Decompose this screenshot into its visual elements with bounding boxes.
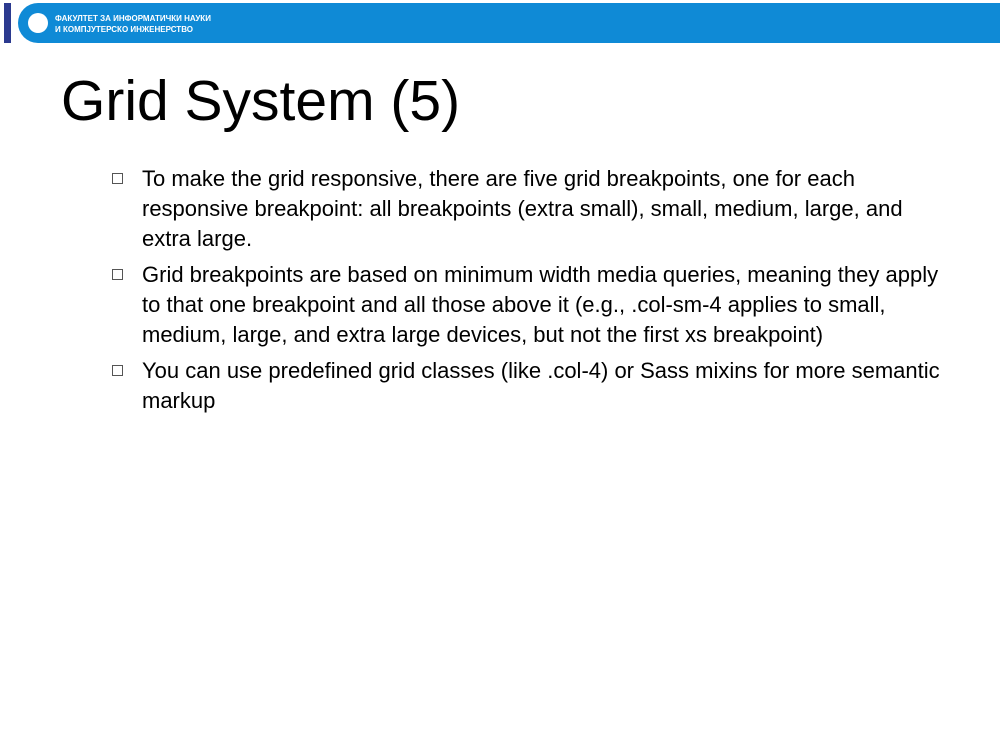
faculty-name-line-1: ФАКУЛТЕТ ЗА ИНФОРМАТИЧКИ НАУКИ	[55, 14, 211, 23]
faculty-name: ФАКУЛТЕТ ЗА ИНФОРМАТИЧКИ НАУКИ И КОМПЈУТ…	[55, 13, 211, 35]
bullet-item: Grid breakpoints are based on minimum wi…	[112, 260, 942, 350]
bullet-list: To make the grid responsive, there are f…	[112, 164, 942, 422]
logo-circle-icon	[28, 13, 48, 33]
header-bar: ФАКУЛТЕТ ЗА ИНФОРМАТИЧКИ НАУКИ И КОМПЈУТ…	[0, 3, 1000, 43]
bullet-text: To make the grid responsive, there are f…	[142, 166, 903, 251]
bullet-text: Grid breakpoints are based on minimum wi…	[142, 262, 939, 347]
bullet-item: You can use predefined grid classes (lik…	[112, 356, 942, 416]
square-bullet-icon	[112, 173, 123, 184]
bullet-item: To make the grid responsive, there are f…	[112, 164, 942, 254]
faculty-name-line-2: И КОМПЈУТЕРСКО ИНЖЕНЕРСТВО	[55, 25, 193, 34]
square-bullet-icon	[112, 365, 123, 376]
bullet-text: You can use predefined grid classes (lik…	[142, 358, 940, 413]
slide-title: Grid System (5)	[61, 69, 461, 133]
slide: ФАКУЛТЕТ ЗА ИНФОРМАТИЧКИ НАУКИ И КОМПЈУТ…	[0, 0, 1000, 750]
square-bullet-icon	[112, 269, 123, 280]
accent-stripe	[4, 3, 11, 43]
